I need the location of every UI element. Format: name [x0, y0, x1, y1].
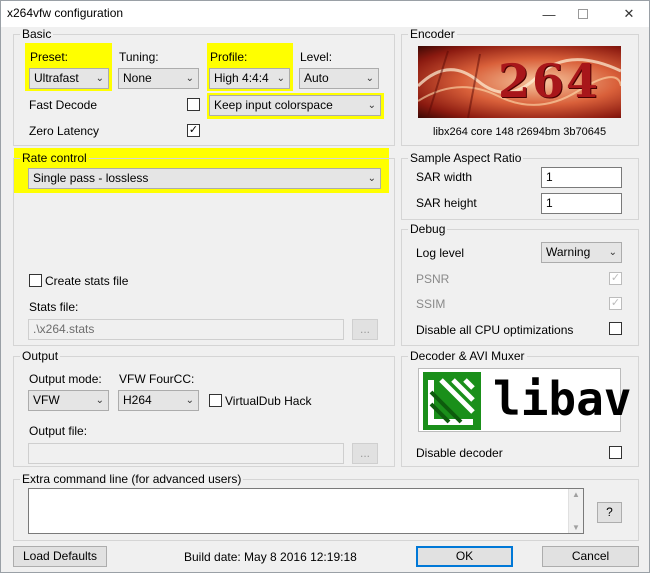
zero-latency-label: Zero Latency [29, 124, 100, 138]
chevron-down-icon: ⌄ [95, 73, 104, 84]
minimize-icon: — [542, 6, 556, 22]
stats-browse-button[interactable]: ... [352, 319, 378, 340]
basic-group-label: Basic [20, 27, 54, 41]
tuning-select[interactable]: None ⌄ [118, 68, 199, 89]
chevron-down-icon: ⌄ [367, 173, 376, 184]
help-button[interactable]: ? [597, 502, 622, 523]
tuning-label: Tuning: [119, 50, 159, 64]
preset-label: Preset: [30, 50, 69, 64]
chevron-down-icon: ⌄ [367, 100, 376, 111]
maximize-icon [578, 9, 588, 19]
x264-logo: 264 [418, 46, 621, 118]
window-title: x264vfw configuration [7, 6, 124, 20]
sar-group-label: Sample Aspect Ratio [408, 151, 524, 165]
fourcc-select[interactable]: H264 ⌄ [118, 390, 199, 411]
rate-control-group-label: Rate control [20, 151, 89, 165]
zero-latency-checkbox[interactable]: ✓ [187, 124, 200, 137]
colorspace-value: Keep input colorspace [214, 98, 333, 112]
extra-cmdline-label: Extra command line (for advanced users) [20, 472, 244, 486]
decoder-group-label: Decoder & AVI Muxer [408, 349, 527, 363]
scroll-up-icon[interactable]: ▲ [572, 490, 580, 499]
fast-decode-checkbox[interactable] [187, 98, 200, 111]
psnr-label: PSNR [416, 272, 450, 286]
textarea-scrollbar[interactable]: ▲ ▼ [568, 489, 583, 533]
preset-value: Ultrafast [34, 71, 79, 85]
sar-width-value: 1 [546, 170, 553, 184]
chevron-down-icon: ⌄ [608, 247, 617, 258]
output-mode-label: Output mode: [29, 372, 102, 386]
profile-select[interactable]: High 4:4:4 ⌄ [209, 68, 290, 89]
log-level-select[interactable]: Warning ⌄ [541, 242, 622, 263]
psnr-checkbox[interactable]: ✓ [609, 272, 622, 285]
libav-logo-text: libav [493, 372, 632, 426]
log-level-label: Log level [416, 246, 465, 260]
disable-cpu-label: Disable all CPU optimizations [416, 323, 574, 337]
debug-group-label: Debug [408, 222, 448, 236]
output-file-label: Output file: [29, 424, 88, 438]
stats-file-value: .\x264.stats [33, 322, 95, 336]
log-level-value: Warning [546, 245, 591, 259]
encoder-version: libx264 core 148 r2694bm 3b70645 [433, 126, 607, 138]
colorspace-select[interactable]: Keep input colorspace ⌄ [209, 95, 381, 116]
chevron-down-icon: ⌄ [276, 73, 285, 84]
level-select[interactable]: Auto ⌄ [299, 68, 379, 89]
maximize-button[interactable] [563, 1, 603, 27]
libav-emblem-icon [423, 372, 481, 430]
create-stats-checkbox[interactable] [29, 274, 42, 287]
vdub-hack-label: VirtualDub Hack [225, 394, 312, 408]
scroll-down-icon[interactable]: ▼ [572, 523, 580, 532]
output-mode-select[interactable]: VFW ⌄ [28, 390, 109, 411]
checkmark-icon: ✓ [188, 124, 199, 136]
cancel-button[interactable]: Cancel [542, 546, 639, 567]
extra-cmdline-textarea[interactable]: ▲ ▼ [28, 488, 584, 534]
build-date: Build date: May 8 2016 12:19:18 [184, 550, 357, 564]
fourcc-label: VFW FourCC: [119, 372, 195, 386]
ok-button[interactable]: OK [416, 546, 513, 567]
tuning-value: None [123, 71, 152, 85]
ssim-checkbox[interactable]: ✓ [609, 297, 622, 310]
stats-file-input[interactable]: .\x264.stats [28, 319, 344, 340]
sar-height-value: 1 [546, 196, 553, 210]
x264-logo-text: 264 [498, 54, 601, 108]
preset-select[interactable]: Ultrafast ⌄ [29, 68, 109, 89]
rate-mode-select[interactable]: Single pass - lossless ⌄ [28, 168, 381, 189]
fast-decode-label: Fast Decode [29, 98, 98, 112]
stats-file-label: Stats file: [29, 300, 79, 314]
sar-height-label: SAR height [416, 196, 477, 210]
checkmark-icon: ✓ [610, 297, 621, 309]
output-file-input[interactable] [28, 443, 344, 464]
chevron-down-icon: ⌄ [95, 395, 104, 406]
sar-width-input[interactable]: 1 [541, 167, 622, 188]
encoder-group-label: Encoder [408, 27, 457, 41]
profile-label: Profile: [210, 50, 248, 64]
chevron-down-icon: ⌄ [185, 73, 194, 84]
level-label: Level: [300, 50, 333, 64]
libav-logo: libav [418, 368, 631, 432]
profile-value: High 4:4:4 [214, 71, 269, 85]
ssim-label: SSIM [416, 297, 446, 311]
level-value: Auto [304, 71, 329, 85]
sar-width-label: SAR width [416, 170, 473, 184]
close-button[interactable]: ✕ [609, 1, 649, 27]
sar-height-input[interactable]: 1 [541, 193, 622, 214]
close-icon: ✕ [623, 6, 635, 21]
output-group-label: Output [20, 349, 61, 363]
create-stats-label: Create stats file [45, 274, 129, 288]
output-mode-value: VFW [33, 393, 60, 407]
title-bar: x264vfw configuration — ✕ [1, 1, 649, 27]
config-window: x264vfw configuration — ✕ Basic Preset: … [0, 0, 650, 573]
chevron-down-icon: ⌄ [185, 395, 194, 406]
load-defaults-button[interactable]: Load Defaults [13, 546, 107, 567]
disable-decoder-label: Disable decoder [416, 446, 503, 460]
chevron-down-icon: ⌄ [365, 73, 374, 84]
output-browse-button[interactable]: ... [352, 443, 378, 464]
fourcc-value: H264 [123, 393, 152, 407]
disable-decoder-checkbox[interactable] [609, 446, 622, 459]
vdub-hack-checkbox[interactable] [209, 394, 222, 407]
checkmark-icon: ✓ [610, 272, 621, 284]
rate-mode-value: Single pass - lossless [33, 171, 149, 185]
disable-cpu-checkbox[interactable] [609, 322, 622, 335]
